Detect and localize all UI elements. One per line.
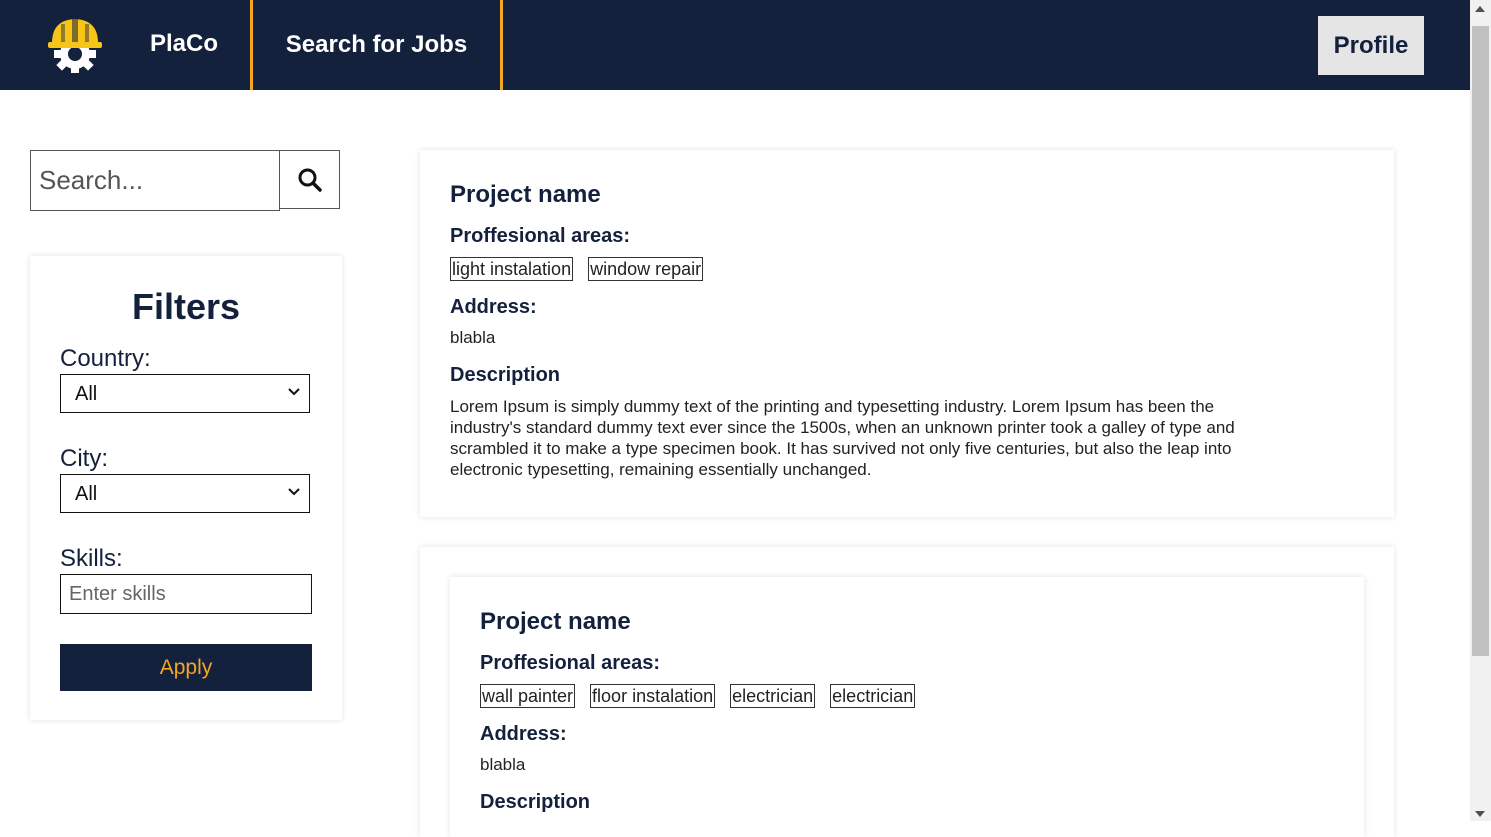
professional-areas-tags: wall painter floor instalation electrici… <box>480 684 916 708</box>
search-icon <box>298 168 322 192</box>
scroll-up-arrow-icon[interactable] <box>1475 6 1485 12</box>
address-value: blabla <box>450 328 496 347</box>
skills-label: Skills: <box>60 545 123 572</box>
address-label: Address: <box>450 296 537 318</box>
brand-link[interactable]: PlaCo <box>150 30 218 58</box>
description-line: electronic typesetting, remaining essent… <box>450 460 872 479</box>
country-label: Country: <box>60 345 151 372</box>
description-text: Lorem Ipsum is simply dummy text of the … <box>450 396 1380 480</box>
project-name: Project name <box>450 181 601 208</box>
professional-areas-tags: light instalation window repair <box>450 257 704 281</box>
city-select[interactable]: All <box>60 474 310 513</box>
scrollbar-thumb[interactable] <box>1472 26 1489 656</box>
area-tag: electrician <box>830 684 916 708</box>
area-tag: light instalation <box>450 257 574 281</box>
area-tag: floor instalation <box>590 684 716 708</box>
search-box <box>30 150 280 211</box>
description-label: Description <box>450 364 561 386</box>
project-card[interactable]: Project name Proffesional areas: light i… <box>420 150 1394 517</box>
area-tag: electrician <box>730 684 816 708</box>
vertical-scrollbar[interactable] <box>1470 0 1491 821</box>
description-line: Lorem Ipsum is simply dummy text of the … <box>450 397 1215 416</box>
professional-areas-label: Proffesional areas: <box>450 225 631 247</box>
apply-button[interactable]: Apply <box>60 644 312 691</box>
search-button[interactable] <box>279 150 340 209</box>
city-select-value: All <box>75 483 98 505</box>
scroll-down-arrow-icon[interactable] <box>1475 811 1485 817</box>
chevron-down-icon <box>288 388 300 396</box>
address-label: Address: <box>480 723 567 745</box>
filters-panel: Filters Country: All City: All Skills: A… <box>30 256 342 720</box>
area-tag: wall painter <box>480 684 576 708</box>
description-line: scrambled it to make a type specimen boo… <box>450 439 1232 458</box>
area-tag: window repair <box>588 257 704 281</box>
project-name: Project name <box>480 608 631 635</box>
search-input[interactable] <box>31 151 279 210</box>
skills-input[interactable] <box>60 574 312 614</box>
description-label: Description <box>480 791 591 813</box>
project-card[interactable]: Project name Proffesional areas: wall pa… <box>450 577 1364 837</box>
chevron-down-icon <box>288 488 300 496</box>
search-jobs-link[interactable]: Search for Jobs <box>250 0 503 90</box>
city-label: City: <box>60 445 108 472</box>
country-select-value: All <box>75 383 98 405</box>
professional-areas-label: Proffesional areas: <box>480 652 661 674</box>
helmet-gear-logo-icon[interactable] <box>44 16 106 74</box>
country-select[interactable]: All <box>60 374 310 413</box>
address-value: blabla <box>480 755 526 774</box>
description-line: industry's standard dummy text ever sinc… <box>450 418 1235 437</box>
profile-button[interactable]: Profile <box>1318 16 1424 75</box>
top-navbar: PlaCo Search for Jobs Profile <box>0 0 1470 90</box>
filters-title: Filters <box>131 286 241 327</box>
